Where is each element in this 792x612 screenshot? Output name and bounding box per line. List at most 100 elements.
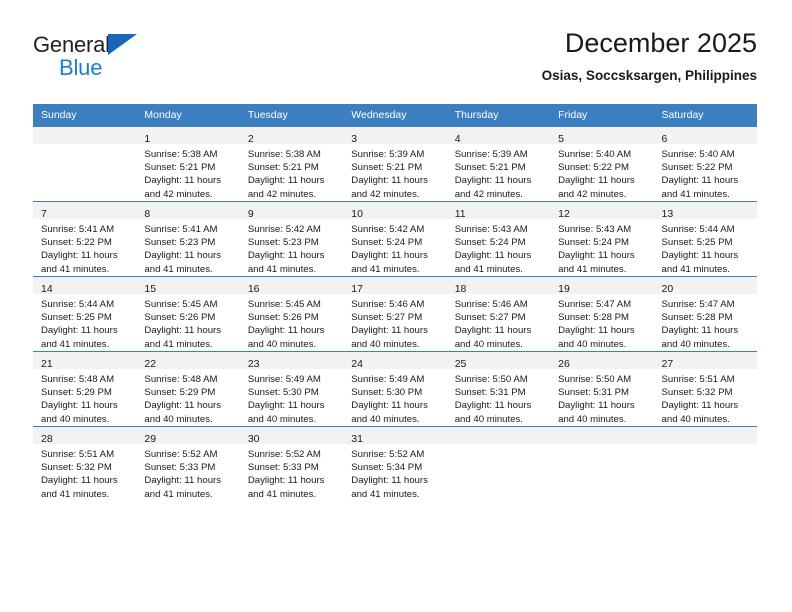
day-details: Sunrise: 5:40 AM Sunset: 5:22 PM Daylight:… bbox=[550, 144, 653, 201]
calendar-day-cell[interactable]: 25 Sunrise: 5:50 AM Sunset: 5:31 PM Dayligh… bbox=[446, 351, 551, 427]
calendar-day-cell[interactable]: 30 Sunrise: 5:52 AM Sunset: 5:33 PM Dayligh… bbox=[239, 426, 344, 501]
day-number: 2 bbox=[247, 133, 254, 145]
daylight-duration-line1: Daylight: 11 hours bbox=[144, 250, 222, 262]
calendar-day-cell[interactable]: 20 Sunrise: 5:47 AM Sunset: 5:28 PM Dayligh… bbox=[653, 276, 757, 352]
day-details: Sunrise: 5:48 AM Sunset: 5:29 PM Daylight:… bbox=[33, 369, 136, 426]
calendar-day-cell-empty bbox=[550, 426, 654, 501]
calendar-page: General Blue December 2025 Osias, Soccsk… bbox=[0, 0, 792, 612]
calendar-day-cell[interactable]: 12 Sunrise: 5:43 AM Sunset: 5:24 PM Dayligh… bbox=[550, 201, 654, 277]
calendar-day-cell[interactable]: 23 Sunrise: 5:49 AM Sunset: 5:30 PM Dayligh… bbox=[239, 351, 344, 427]
sunrise-time: Sunrise: 5:51 AM bbox=[41, 449, 115, 460]
daylight-duration-line2: and 40 minutes. bbox=[247, 413, 317, 425]
daylight-duration-line1: Daylight: 11 hours bbox=[558, 250, 635, 262]
calendar-day-cell[interactable]: 2 Sunrise: 5:38 AM Sunset: 5:21 PM Daylight… bbox=[239, 126, 344, 202]
day-details: Sunrise: 5:41 AM Sunset: 5:23 PM Daylight:… bbox=[136, 219, 239, 276]
day-number-band: 30 bbox=[239, 427, 344, 445]
daylight-duration-line1: Daylight: 11 hours bbox=[247, 175, 325, 187]
daylight-duration-line2: and 41 minutes. bbox=[144, 338, 213, 350]
calendar-day-cell[interactable]: 8 Sunrise: 5:41 AM Sunset: 5:23 PM Daylight… bbox=[136, 201, 240, 277]
daylight-duration-line2: and 40 minutes. bbox=[558, 338, 627, 350]
sunrise-time: Sunrise: 5:52 AM bbox=[144, 449, 218, 460]
daylight-duration-line1: Daylight: 11 hours bbox=[454, 325, 532, 337]
daylight-duration-line1: Daylight: 11 hours bbox=[661, 175, 739, 187]
day-number: 8 bbox=[144, 208, 151, 220]
calendar-day-cell[interactable]: 29 Sunrise: 5:52 AM Sunset: 5:33 PM Dayligh… bbox=[136, 426, 240, 501]
calendar-day-cell[interactable]: 3 Sunrise: 5:39 AM Sunset: 5:21 PM Daylight… bbox=[343, 126, 447, 202]
daylight-duration-line2: and 42 minutes. bbox=[351, 188, 420, 200]
calendar-day-cell[interactable]: 11 Sunrise: 5:43 AM Sunset: 5:24 PM Dayligh… bbox=[446, 201, 551, 277]
daylight-duration-line2: and 42 minutes. bbox=[144, 188, 213, 200]
calendar-day-cell[interactable]: 14 Sunrise: 5:44 AM Sunset: 5:25 PM Dayligh… bbox=[33, 276, 137, 352]
sunset-time: Sunset: 5:21 PM bbox=[454, 162, 526, 174]
day-number-band bbox=[33, 127, 137, 144]
day-number: 7 bbox=[41, 208, 47, 220]
calendar-day-cell[interactable]: 13 Sunrise: 5:44 AM Sunset: 5:25 PM Dayligh… bbox=[653, 201, 757, 277]
weekday-header-monday: Monday bbox=[136, 104, 240, 127]
calendar-day-cell[interactable]: 19 Sunrise: 5:47 AM Sunset: 5:28 PM Dayligh… bbox=[550, 276, 654, 352]
calendar-day-cell[interactable]: 27 Sunrise: 5:51 AM Sunset: 5:32 PM Dayligh… bbox=[653, 351, 757, 427]
daylight-duration-line1: Daylight: 11 hours bbox=[144, 175, 222, 187]
day-number-band: 23 bbox=[239, 352, 344, 370]
daylight-duration-line1: Daylight: 11 hours bbox=[661, 250, 739, 262]
day-number: 20 bbox=[661, 283, 674, 295]
day-number-band: 14 bbox=[33, 277, 137, 295]
day-number: 5 bbox=[558, 133, 564, 145]
calendar-week-row: 1 Sunrise: 5:38 AM Sunset: 5:21 PM Daylight… bbox=[33, 126, 757, 202]
daylight-duration-line1: Daylight: 11 hours bbox=[454, 400, 532, 412]
sunset-time: Sunset: 5:28 PM bbox=[661, 312, 733, 324]
day-details: Sunrise: 5:52 AM Sunset: 5:33 PM Daylight:… bbox=[136, 444, 239, 501]
calendar-day-cell[interactable]: 10 Sunrise: 5:42 AM Sunset: 5:24 PM Dayligh… bbox=[343, 201, 447, 277]
daylight-duration-line2: and 40 minutes. bbox=[454, 338, 523, 350]
daylight-duration-line2: and 42 minutes. bbox=[454, 188, 523, 200]
sunset-time: Sunset: 5:31 PM bbox=[454, 387, 526, 399]
calendar-day-cell[interactable]: 31 Sunrise: 5:52 AM Sunset: 5:34 PM Dayligh… bbox=[343, 426, 447, 501]
calendar-day-cell[interactable]: 15 Sunrise: 5:45 AM Sunset: 5:26 PM Dayligh… bbox=[136, 276, 240, 352]
day-number: 21 bbox=[41, 358, 53, 370]
general-blue-logo[interactable]: General Blue bbox=[33, 32, 233, 92]
daylight-duration-line1: Daylight: 11 hours bbox=[144, 325, 222, 337]
day-details: Sunrise: 5:38 AM Sunset: 5:21 PM Daylight:… bbox=[136, 144, 239, 201]
calendar-day-cell[interactable]: 22 Sunrise: 5:48 AM Sunset: 5:29 PM Dayligh… bbox=[136, 351, 240, 427]
daylight-duration-line1: Daylight: 11 hours bbox=[661, 325, 739, 337]
day-number: 24 bbox=[351, 358, 363, 370]
day-number-band: 28 bbox=[33, 427, 137, 445]
calendar-day-cell[interactable]: 16 Sunrise: 5:45 AM Sunset: 5:26 PM Dayligh… bbox=[239, 276, 344, 352]
day-details: Sunrise: 5:49 AM Sunset: 5:30 PM Daylight:… bbox=[240, 369, 343, 426]
daylight-duration-line1: Daylight: 11 hours bbox=[247, 400, 325, 412]
day-number-band: 8 bbox=[136, 202, 240, 220]
day-details: Sunrise: 5:44 AM Sunset: 5:25 PM Daylight:… bbox=[654, 219, 757, 276]
page-header: General Blue December 2025 Osias, Soccsk… bbox=[33, 26, 757, 98]
weekday-header-sunday: Sunday bbox=[33, 104, 137, 127]
day-details: Sunrise: 5:41 AM Sunset: 5:22 PM Daylight:… bbox=[33, 219, 136, 276]
day-number-band bbox=[653, 427, 757, 444]
calendar-day-cell[interactable]: 5 Sunrise: 5:40 AM Sunset: 5:22 PM Daylight… bbox=[550, 126, 654, 202]
day-number-band: 4 bbox=[446, 127, 551, 145]
calendar-day-cell[interactable]: 9 Sunrise: 5:42 AM Sunset: 5:23 PM Daylight… bbox=[239, 201, 344, 277]
calendar-day-cell[interactable]: 6 Sunrise: 5:40 AM Sunset: 5:22 PM Daylight… bbox=[653, 126, 757, 202]
day-number-band: 3 bbox=[343, 127, 447, 145]
sunrise-time: Sunrise: 5:48 AM bbox=[144, 374, 218, 385]
calendar-day-cell[interactable]: 21 Sunrise: 5:48 AM Sunset: 5:29 PM Dayligh… bbox=[33, 351, 137, 427]
calendar-day-cell[interactable]: 1 Sunrise: 5:38 AM Sunset: 5:21 PM Daylight… bbox=[136, 126, 240, 202]
sunset-time: Sunset: 5:32 PM bbox=[661, 387, 733, 399]
daylight-duration-line1: Daylight: 11 hours bbox=[41, 475, 118, 487]
day-number-band: 11 bbox=[446, 202, 551, 220]
day-number-band: 22 bbox=[136, 352, 240, 370]
calendar-day-cell[interactable]: 24 Sunrise: 5:49 AM Sunset: 5:30 PM Dayligh… bbox=[343, 351, 447, 427]
sunrise-time: Sunrise: 5:43 AM bbox=[454, 224, 528, 235]
calendar-day-cell[interactable]: 4 Sunrise: 5:39 AM Sunset: 5:21 PM Daylight… bbox=[446, 126, 551, 202]
day-details: Sunrise: 5:45 AM Sunset: 5:26 PM Daylight:… bbox=[240, 294, 343, 351]
calendar-day-cell[interactable]: 26 Sunrise: 5:50 AM Sunset: 5:31 PM Dayligh… bbox=[550, 351, 654, 427]
calendar-day-cell[interactable]: 28 Sunrise: 5:51 AM Sunset: 5:32 PM Dayligh… bbox=[33, 426, 137, 501]
day-number-band: 9 bbox=[239, 202, 344, 220]
calendar-day-cell[interactable]: 18 Sunrise: 5:46 AM Sunset: 5:27 PM Dayligh… bbox=[446, 276, 551, 352]
calendar-day-cell[interactable]: 17 Sunrise: 5:46 AM Sunset: 5:27 PM Dayligh… bbox=[343, 276, 447, 352]
calendar-day-cell[interactable]: 7 Sunrise: 5:41 AM Sunset: 5:22 PM Daylight… bbox=[33, 201, 137, 277]
daylight-duration-line2: and 40 minutes. bbox=[454, 413, 523, 425]
day-details: Sunrise: 5:50 AM Sunset: 5:31 PM Daylight:… bbox=[447, 369, 550, 426]
day-number-band: 19 bbox=[550, 277, 654, 295]
day-number-band: 1 bbox=[136, 127, 240, 145]
daylight-duration-line2: and 40 minutes. bbox=[144, 413, 213, 425]
day-number-band: 10 bbox=[343, 202, 447, 220]
day-details: Sunrise: 5:51 AM Sunset: 5:32 PM Daylight:… bbox=[33, 444, 136, 501]
